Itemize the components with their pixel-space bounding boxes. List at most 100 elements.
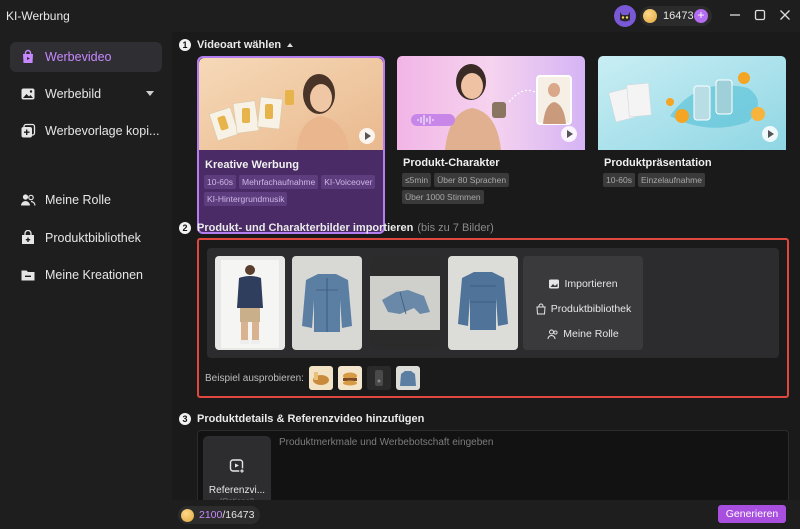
maximize-icon[interactable] bbox=[753, 8, 767, 22]
my-role-label: Meine Rolle bbox=[563, 328, 619, 340]
jacket-photo bbox=[370, 256, 440, 350]
sample-thumbnail[interactable] bbox=[308, 366, 333, 390]
step3-header: 3 Produktdetails & Referenzvideo hinzufü… bbox=[179, 413, 424, 425]
jacket-photo bbox=[292, 256, 362, 350]
card-title: Produktpräsentation bbox=[604, 157, 712, 169]
box-plus-icon bbox=[22, 230, 34, 244]
import-button[interactable]: Importieren bbox=[523, 278, 643, 290]
sidebar-item-meine-rolle[interactable]: Meine Rolle bbox=[10, 185, 162, 215]
avatar[interactable] bbox=[614, 5, 636, 27]
sidebar-item-werbebild[interactable]: Werbebild bbox=[10, 79, 162, 109]
generate-button[interactable]: Generieren bbox=[718, 505, 786, 523]
card-tag: KI-Voiceover bbox=[321, 175, 376, 189]
credit-count: 16473 bbox=[663, 10, 694, 22]
card-title: Kreative Werbung bbox=[205, 159, 299, 171]
minimize-icon[interactable] bbox=[728, 8, 742, 22]
sidebar-item-label: Werbebild bbox=[45, 87, 102, 101]
card-tag: Einzelaufnahme bbox=[638, 173, 705, 187]
card-tags: 10-60s Mehrfachaufnahme KI-Voiceover KI-… bbox=[204, 175, 386, 206]
import-options: Importieren Produktbibliothek Meine Roll… bbox=[523, 256, 643, 350]
sample-label: Beispiel ausprobieren: bbox=[205, 372, 304, 384]
reference-video-label: Referenzvi... bbox=[208, 485, 266, 496]
card-tag: KI-Hintergrundmusik bbox=[204, 192, 288, 206]
product-details-box: Referenzvi... (Optional) Produktmerkmale… bbox=[197, 430, 789, 511]
card-thumbnail bbox=[199, 58, 383, 152]
image-upload-icon bbox=[549, 279, 560, 289]
sidebar-item-label: Meine Rolle bbox=[45, 193, 112, 207]
close-icon[interactable] bbox=[778, 8, 792, 22]
image-import-panel: Importieren Produktbibliothek Meine Roll… bbox=[207, 248, 779, 358]
video-type-card-produkt-charakter[interactable]: Produkt-Charakter ≤5min Über 80 Sprachen… bbox=[397, 56, 585, 234]
uploaded-image-jacket-1[interactable] bbox=[292, 256, 362, 350]
chevron-down-icon bbox=[146, 91, 154, 96]
sample-thumbnail[interactable] bbox=[366, 366, 391, 390]
sidebar-item-label: Produktbibliothek bbox=[45, 231, 141, 245]
uploaded-image-model[interactable] bbox=[215, 256, 285, 350]
model-photo bbox=[215, 256, 285, 350]
produktpraesentation-thumbnail bbox=[598, 56, 786, 150]
video-add-icon bbox=[229, 459, 245, 474]
sidebar: Werbevideo Werbebild Werbevorlage kopi..… bbox=[0, 32, 172, 529]
jacket-photo bbox=[448, 256, 518, 350]
kreative-werbung-thumbnail bbox=[199, 58, 383, 150]
sidebar-item-label: Werbevideo bbox=[45, 50, 112, 64]
play-icon[interactable] bbox=[762, 126, 778, 142]
sample-thumbnail[interactable] bbox=[395, 366, 420, 390]
uploaded-image-jacket-2[interactable] bbox=[370, 256, 440, 350]
play-icon[interactable] bbox=[561, 126, 577, 142]
play-icon[interactable] bbox=[359, 128, 375, 144]
card-tag: ≤5min bbox=[402, 173, 432, 187]
product-details-input[interactable]: Produktmerkmale und Werbebotschaft einge… bbox=[279, 437, 493, 448]
produkt-charakter-thumbnail bbox=[397, 56, 585, 150]
image-import-area: Importieren Produktbibliothek Meine Roll… bbox=[197, 238, 789, 398]
users-outline-icon bbox=[547, 329, 558, 340]
sidebar-item-meine-kreationen[interactable]: Meine Kreationen bbox=[10, 260, 162, 290]
coin-icon bbox=[181, 508, 194, 522]
card-tag: Mehrfachaufnahme bbox=[239, 175, 319, 189]
add-credits-button[interactable]: + bbox=[694, 9, 708, 23]
card-tag: 10-60s bbox=[603, 173, 635, 187]
uploaded-image-jacket-3[interactable] bbox=[448, 256, 518, 350]
credits-total: /16473 bbox=[222, 509, 255, 521]
sample-device-image bbox=[366, 366, 391, 390]
sample-food-image bbox=[308, 366, 333, 390]
card-tag: Über 80 Sprachen bbox=[434, 173, 510, 187]
chevron-up-icon[interactable] bbox=[287, 43, 294, 47]
sidebar-item-label: Meine Kreationen bbox=[45, 268, 143, 282]
card-tag: Über 1000 Stimmen bbox=[402, 190, 484, 204]
coin-icon bbox=[643, 9, 657, 23]
bag-outline-icon bbox=[536, 303, 546, 315]
step3-title: Produktdetails & Referenzvideo hinzufüge… bbox=[197, 413, 425, 425]
cat-avatar-icon bbox=[620, 12, 630, 22]
step-number: 3 bbox=[179, 413, 191, 425]
bottom-bar: 2100 /16473 Generieren bbox=[172, 500, 800, 529]
card-thumbnail bbox=[397, 56, 585, 150]
credit-balance[interactable]: 16473 + bbox=[640, 6, 712, 26]
sidebar-item-produktbibliothek[interactable]: Produktbibliothek bbox=[10, 223, 162, 253]
step-number: 1 bbox=[179, 39, 191, 51]
import-label: Importieren bbox=[564, 278, 618, 290]
card-tag: 10-60s bbox=[204, 175, 236, 189]
step1-header[interactable]: 1 Videoart wählen bbox=[179, 39, 294, 51]
step-number: 2 bbox=[179, 222, 191, 234]
credits-used: 2100 bbox=[199, 509, 223, 521]
product-library-button[interactable]: Produktbibliothek bbox=[523, 303, 643, 315]
card-title: Produkt-Charakter bbox=[403, 157, 500, 169]
step2-header: 2 Produkt- und Charakterbilder importier… bbox=[179, 222, 494, 234]
app-title: KI-Werbung bbox=[6, 9, 70, 23]
sample-thumbnail[interactable] bbox=[337, 366, 362, 390]
video-type-card-kreative-werbung[interactable]: Kreative Werbung 10-60s Mehrfachaufnahme… bbox=[197, 56, 385, 234]
image-icon bbox=[21, 88, 35, 100]
sample-row: Beispiel ausprobieren: bbox=[205, 366, 420, 390]
sidebar-item-label: Werbevorlage kopi... bbox=[45, 124, 160, 138]
credit-cost: 2100 /16473 bbox=[178, 506, 260, 524]
sidebar-item-werbevorlage[interactable]: Werbevorlage kopi... bbox=[10, 116, 162, 146]
video-type-card-produktpraesentation[interactable]: Produktpräsentation 10-60s Einzelaufnahm… bbox=[598, 56, 786, 234]
step2-subtitle: (bis zu 7 Bilder) bbox=[417, 222, 494, 234]
my-role-button[interactable]: Meine Rolle bbox=[523, 328, 643, 340]
product-library-label: Produktbibliothek bbox=[550, 303, 632, 315]
card-tags: 10-60s Einzelaufnahme bbox=[603, 173, 785, 187]
folder-icon bbox=[21, 270, 35, 281]
sample-burger-image bbox=[337, 366, 362, 390]
sidebar-item-werbevideo[interactable]: Werbevideo bbox=[10, 42, 162, 72]
